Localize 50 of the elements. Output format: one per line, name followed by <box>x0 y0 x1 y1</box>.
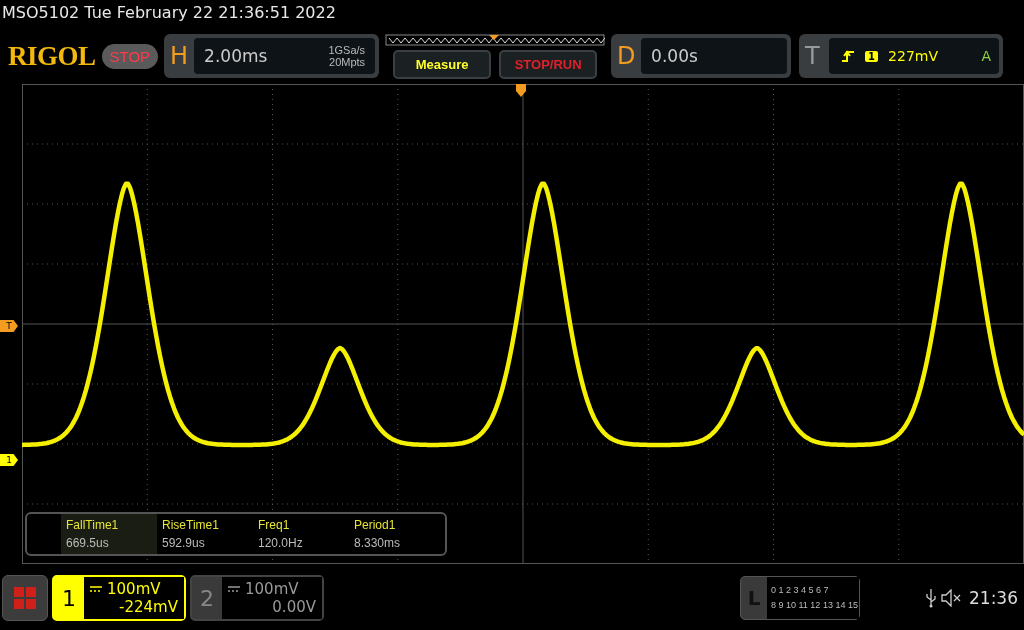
status-line: MSO5102 Tue February 22 21:36:51 2022 <box>1 2 337 24</box>
logic-channel-numbers: 0 1 2 3 4 5 6 7 <box>771 584 830 597</box>
channel-scale: 100mV <box>107 580 161 598</box>
channel-number: 2 <box>199 584 215 613</box>
measurement-name: RiseTime1 <box>162 518 220 532</box>
trigger-position-marker <box>516 84 526 97</box>
menu-button[interactable] <box>2 575 48 621</box>
measurement-name: FallTime1 <box>66 518 120 532</box>
logic-channel-numbers: 8 9 10 11 12 13 14 15 <box>771 599 859 612</box>
channel-number: 1 <box>61 584 77 613</box>
usb-icon <box>925 588 937 608</box>
delay-panel[interactable]: D 0.00s <box>611 34 792 78</box>
channel-offset: -224mV <box>119 598 178 616</box>
speaker-muted-icon <box>941 589 963 607</box>
horizontal-letter: H <box>170 42 189 70</box>
trigger-letter: T <box>805 42 821 70</box>
measurement-item[interactable]: Freq1 120.0Hz <box>253 514 349 554</box>
measurement-value: 8.330ms <box>354 536 402 550</box>
delay-value: 0.00s <box>651 46 698 66</box>
measurement-item[interactable]: Period1 8.330ms <box>349 514 445 554</box>
measurement-item[interactable]: RiseTime1 592.9us <box>157 514 253 554</box>
channel-button[interactable]: 2 100mV 0.00V <box>190 575 324 621</box>
channel-button[interactable]: 1 100mV -224mV <box>52 575 186 621</box>
memory-depth: 20Mpts <box>329 56 366 68</box>
logo: RIGOL <box>8 40 96 72</box>
measure-button[interactable]: Measure <box>393 49 492 79</box>
sample-rate: 1GSa/s <box>328 44 366 56</box>
trigger-mode: A <box>981 48 992 64</box>
measurement-value: 669.5us <box>66 536 110 550</box>
dc-coupling-icon <box>228 586 240 592</box>
measurement-value: 592.9us <box>162 536 206 550</box>
measurement-name: Freq1 <box>258 518 291 532</box>
grid-menu-icon <box>14 587 36 609</box>
channel-offset: 0.00V <box>272 598 316 616</box>
trigger-level-marker[interactable]: T <box>0 320 18 332</box>
channel-marker[interactable]: 1 <box>0 454 18 466</box>
run-state-badge: STOP <box>101 43 159 69</box>
timebase-value: 2.00ms <box>204 46 268 66</box>
channel-scale: 100mV <box>245 580 299 598</box>
clock: 21:36 <box>969 588 1018 608</box>
measurement-value: 120.0Hz <box>258 536 304 550</box>
trigger-level: 227mV <box>888 48 938 64</box>
measurement-name: Period1 <box>354 518 397 532</box>
rising-edge-icon <box>841 49 856 63</box>
trigger-panel[interactable]: T 1 227mV A <box>799 34 1004 78</box>
horizontal-panel[interactable]: H 2.00ms 1GSa/s 20Mpts <box>164 34 380 78</box>
delay-letter: D <box>617 42 636 70</box>
trigger-source: 1 <box>865 50 879 62</box>
dc-coupling-icon <box>90 586 102 592</box>
measurement-item[interactable]: FallTime1 669.5us <box>61 514 157 554</box>
